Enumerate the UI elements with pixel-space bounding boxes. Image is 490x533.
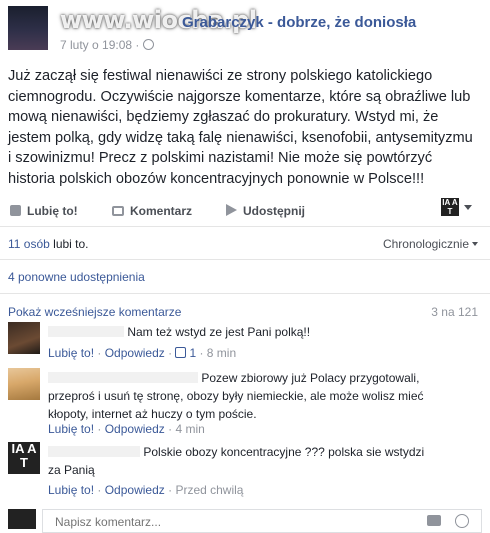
redacted-name: [48, 372, 198, 383]
share-icon: [226, 204, 237, 216]
comment-meta: Lubię to! · Odpowiedz · Przed chwilą: [48, 483, 244, 497]
likes-summary: 11 osób lubi to.: [8, 237, 89, 251]
comment-count: 3 na 121: [431, 305, 478, 319]
divider: [0, 293, 490, 294]
likes-suffix: lubi to.: [53, 237, 89, 251]
comment-text: Pozew zbiorowy już Polacy przygotowali, …: [48, 369, 448, 423]
comment-like-link[interactable]: Lubię to!: [48, 483, 94, 497]
commenter-avatar[interactable]: [8, 368, 40, 400]
comment-body: Nam też wstyd ze jest Pani polką!!: [127, 325, 311, 339]
chevron-down-icon: [472, 242, 478, 246]
commenter-avatar[interactable]: [8, 322, 40, 354]
comment-reply-link[interactable]: Odpowiedz: [105, 422, 165, 436]
comment-time[interactable]: Przed chwilą: [175, 483, 243, 497]
likes-count-link[interactable]: 11 osób: [8, 237, 50, 251]
thumbs-up-icon: [10, 205, 21, 216]
post-action-bar: Lubię to! Komentarz Udostępnij: [0, 196, 490, 226]
comment-text: Polskie obozy koncentracyjne ??? polska …: [48, 443, 428, 479]
comment-meta: Lubię to! · Odpowiedz · 4 min: [48, 422, 205, 436]
post-timestamp[interactable]: 7 luty o 19:08 ·: [60, 38, 155, 52]
comment-like-link[interactable]: Lubię to!: [48, 346, 94, 360]
sort-dropdown[interactable]: Chronologicznie: [383, 237, 478, 251]
globe-icon: [143, 39, 155, 50]
author-avatar[interactable]: [8, 6, 48, 50]
facebook-post-card: www.wiocha.pl Grabarczyk - dobrze, że do…: [0, 0, 490, 533]
comment-like-count[interactable]: 1: [175, 346, 196, 360]
like-button[interactable]: Lubię to!: [10, 204, 78, 218]
comment-text: Nam też wstyd ze jest Pani polką!!: [48, 323, 478, 341]
commenter-avatar[interactable]: IA A T: [8, 442, 40, 474]
thumbs-up-icon: [175, 347, 187, 358]
redacted-name: [48, 446, 140, 457]
post-header: www.wiocha.pl Grabarczyk - dobrze, że do…: [0, 0, 490, 60]
post-author-title[interactable]: Grabarczyk - dobrze, że doniosła: [182, 14, 416, 31]
acting-as-avatar[interactable]: IA A T: [441, 198, 459, 216]
comment-like-link[interactable]: Lubię to!: [48, 422, 94, 436]
redacted-name: [48, 326, 124, 337]
comment-reply-link[interactable]: Odpowiedz: [105, 346, 165, 360]
comment-composer[interactable]: [42, 509, 482, 533]
chevron-down-icon[interactable]: [464, 205, 472, 210]
comment-time[interactable]: 8 min: [207, 346, 236, 360]
like-label: Lubię to!: [27, 204, 78, 218]
comment-time[interactable]: 4 min: [175, 422, 204, 436]
shares-link[interactable]: 4 ponowne udostępnienia: [8, 270, 145, 284]
comment-input[interactable]: [53, 514, 417, 530]
post-body: Już zaczął się festiwal nienawiści ze st…: [8, 68, 473, 187]
comment-meta: Lubię to! · Odpowiedz · 1 · 8 min: [48, 346, 237, 360]
sort-label: Chronologicznie: [382, 237, 469, 251]
camera-icon[interactable]: [427, 515, 441, 526]
divider: [0, 259, 490, 260]
comment-button[interactable]: Komentarz: [112, 204, 192, 218]
comment-like-count-value: 1: [189, 346, 197, 360]
comment-label: Komentarz: [130, 204, 193, 218]
comment-reply-link[interactable]: Odpowiedz: [105, 483, 165, 497]
current-user-avatar: [8, 509, 36, 529]
share-label: Udostępnij: [243, 204, 305, 218]
divider: [0, 226, 490, 227]
show-earlier-comments-link[interactable]: Pokaż wcześniejsze komentarze: [8, 305, 181, 319]
post-timestamp-text[interactable]: 7 luty o 19:08 ·: [60, 38, 139, 52]
share-button[interactable]: Udostępnij: [226, 204, 305, 218]
comment-icon: [112, 206, 124, 216]
